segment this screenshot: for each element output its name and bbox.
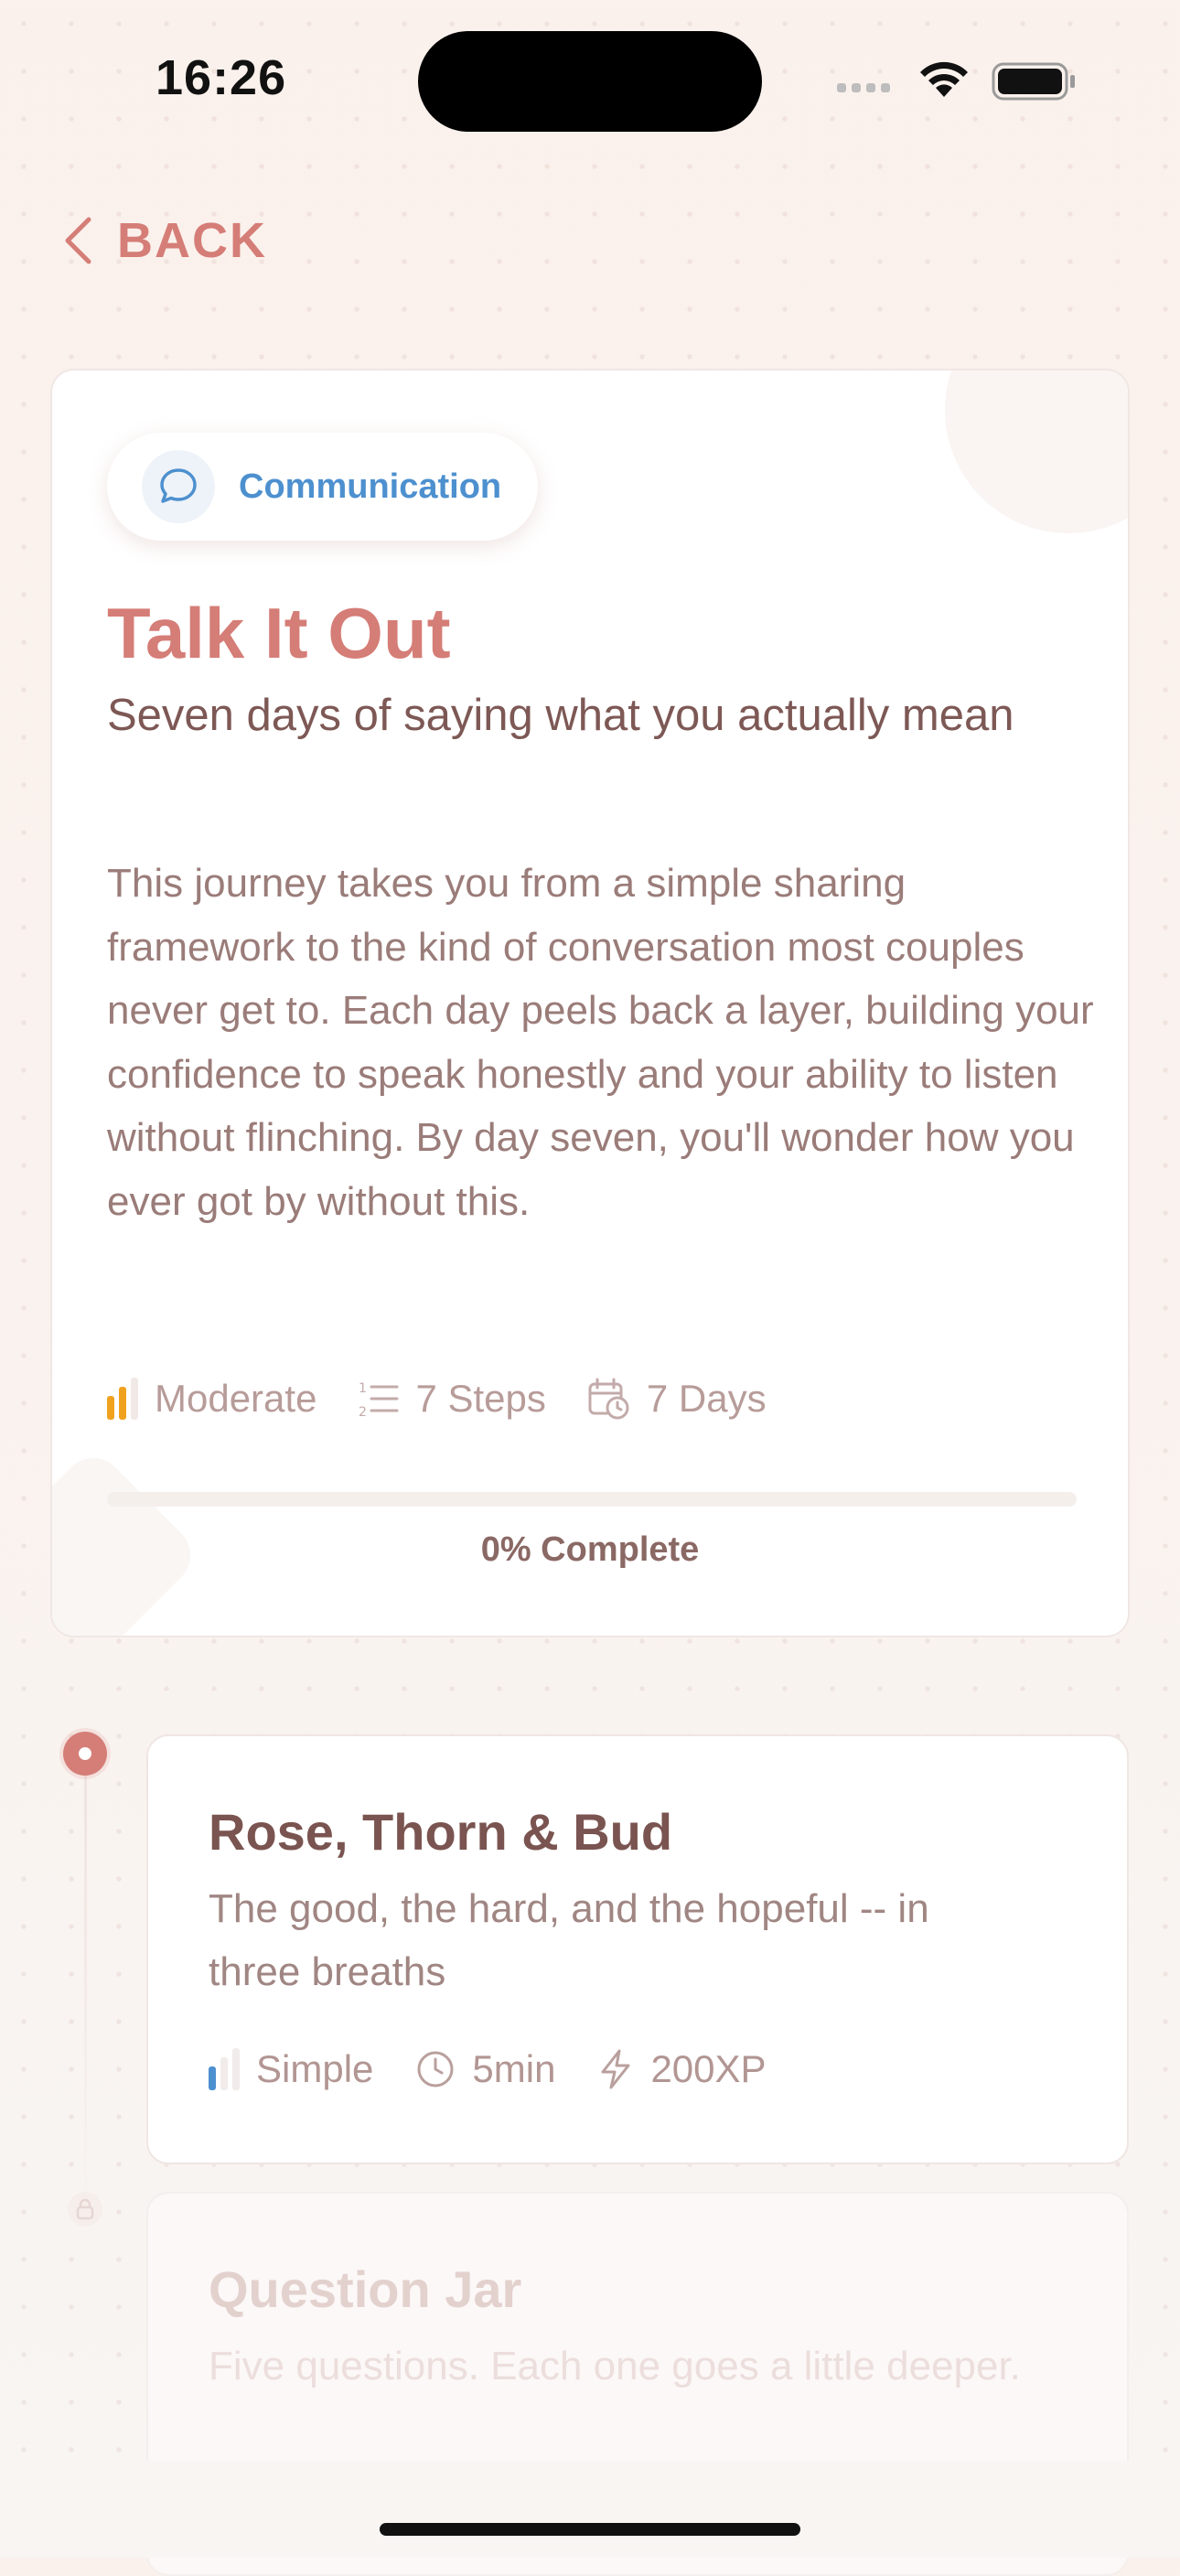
journey-subtitle: Seven days of saying what you actually m… xyxy=(107,691,1014,740)
step-difficulty: Simple xyxy=(209,2047,373,2091)
journey-meta: Moderate 1 2 7 Steps 7 Days xyxy=(107,1377,767,1421)
back-button[interactable]: BACK xyxy=(62,209,267,273)
timeline-node-locked xyxy=(68,2192,102,2227)
lightning-icon xyxy=(601,2049,630,2089)
svg-text:2: 2 xyxy=(359,1405,367,1420)
back-label: BACK xyxy=(117,213,267,268)
difficulty-meta: Moderate xyxy=(107,1377,316,1421)
cellular-signal-icon xyxy=(837,80,896,97)
calendar-clock-icon xyxy=(588,1378,629,1420)
step-title: Rose, Thorn & Bud xyxy=(209,1803,673,1861)
step-subtitle: The good, the hard, and the hopeful -- i… xyxy=(209,1886,929,1994)
chat-bubble-icon xyxy=(142,450,215,523)
timeline-line xyxy=(84,1775,87,2232)
progress-bar xyxy=(107,1492,1077,1507)
bottom-safe-area xyxy=(0,2461,1180,2558)
status-bar: 16:26 xyxy=(0,0,1180,165)
svg-text:1: 1 xyxy=(359,1381,367,1396)
steps-meta: 1 2 7 Steps xyxy=(357,1377,545,1421)
journey-overview-card: Communication Talk It Out Seven days of … xyxy=(50,369,1130,1637)
duration-meta: 7 Days xyxy=(586,1377,767,1421)
step-xp-label: 200XP xyxy=(650,2047,767,2090)
clock-icon xyxy=(417,2051,454,2088)
step-title: Question Jar xyxy=(209,2260,522,2318)
steps-label: 7 Steps xyxy=(415,1377,546,1420)
step-difficulty-label: Simple xyxy=(256,2047,374,2090)
duration-label: 7 Days xyxy=(646,1377,767,1420)
lock-icon xyxy=(76,2198,94,2220)
journey-title: Talk It Out xyxy=(107,593,451,673)
step-card[interactable]: Rose, Thorn & Bud The good, the hard, an… xyxy=(146,1734,1129,2164)
list-numbered-icon: 1 2 xyxy=(359,1381,399,1420)
step-subtitle: Five questions. Each one goes a little d… xyxy=(209,2344,1021,2388)
difficulty-bars-icon xyxy=(107,1378,138,1420)
timeline-node-current xyxy=(63,1732,107,1776)
wifi-icon xyxy=(920,61,968,97)
step-xp: 200XP xyxy=(597,2047,767,2091)
category-badge: Communication xyxy=(107,433,539,541)
chevron-left-icon xyxy=(65,217,91,264)
dynamic-island xyxy=(418,31,762,132)
category-label: Communication xyxy=(239,467,502,506)
step-time-label: 5min xyxy=(472,2047,556,2090)
home-indicator xyxy=(380,2523,800,2536)
battery-icon xyxy=(992,62,1075,101)
step-time: 5min xyxy=(415,2047,555,2091)
journey-description: This journey takes you from a simple sha… xyxy=(107,861,1094,1224)
decorative-blob xyxy=(945,370,1128,533)
difficulty-label: Moderate xyxy=(155,1377,317,1420)
difficulty-bars-icon xyxy=(209,2048,240,2090)
status-time: 16:26 xyxy=(156,50,287,105)
step-meta: Simple 5min 200XP xyxy=(209,2047,767,2091)
progress-label: 0% Complete xyxy=(480,1530,700,1569)
